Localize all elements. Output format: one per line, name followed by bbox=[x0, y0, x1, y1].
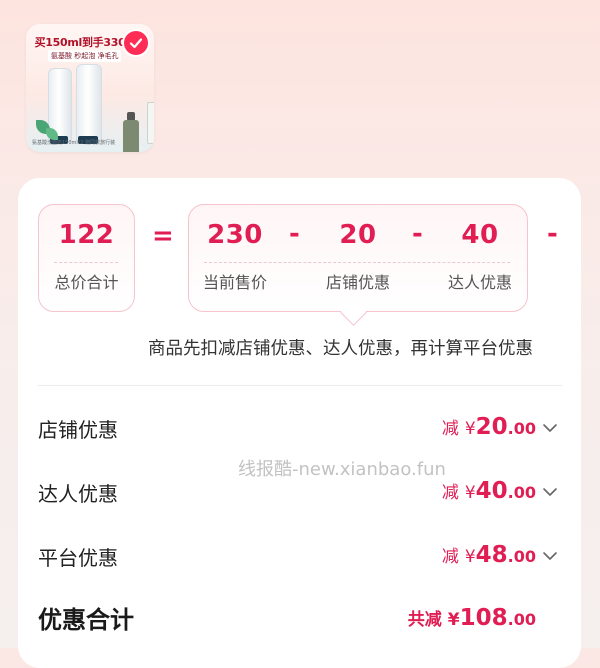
discount-order-note: 商品先扣减店铺优惠、达人优惠，再计算平台优惠 bbox=[148, 339, 533, 359]
amount-prefix: 共减 bbox=[407, 610, 442, 630]
promo-text: 买150ml到手330 bbox=[34, 36, 126, 49]
amount-prefix: 减 bbox=[441, 483, 459, 503]
total-discount-amount: 共减 ¥ 108 .00 bbox=[408, 605, 536, 631]
amount-integer: 48 bbox=[475, 542, 508, 568]
amount-decimal: .00 bbox=[507, 610, 536, 629]
product-footnote: 氨基酸洗面奶150ml*2 赠同款旅行装 bbox=[32, 140, 116, 146]
currency-symbol: ¥ bbox=[464, 419, 476, 439]
total-value: 122 bbox=[58, 220, 115, 250]
chevron-down-icon[interactable] bbox=[541, 483, 559, 501]
total-discount-label: 优惠合计 bbox=[38, 606, 134, 634]
mini-bottle-image bbox=[123, 120, 139, 152]
amount-decimal: .00 bbox=[507, 419, 536, 438]
minus-sign: - bbox=[289, 219, 300, 249]
cleanser-tube-2-image bbox=[76, 64, 102, 142]
minus-sign: - bbox=[412, 219, 423, 249]
platform-discount-row-label: 平台优惠 bbox=[38, 546, 118, 570]
vial-image bbox=[147, 102, 154, 144]
current-price-value: 230 bbox=[207, 220, 263, 250]
equals-sign: = bbox=[152, 221, 174, 251]
amount-decimal: .00 bbox=[507, 483, 536, 502]
amount-decimal: .00 bbox=[507, 547, 536, 566]
store-discount-row-amount[interactable]: 减 ¥ 20 .00 bbox=[442, 414, 536, 440]
platform-discount-row-amount[interactable]: 减 ¥ 48 .00 bbox=[442, 542, 536, 568]
currency-symbol: ¥ bbox=[464, 547, 476, 567]
influencer-discount-row-label: 达人优惠 bbox=[38, 482, 118, 506]
dashed-divider bbox=[204, 262, 510, 263]
product-thumbnail[interactable]: 买150ml到手330 氨基酸 秒起泡 净毛孔 氨基酸洗面奶150ml*2 赠同… bbox=[26, 24, 154, 152]
influencer-discount-label: 达人优惠 bbox=[447, 273, 512, 292]
section-divider bbox=[38, 385, 562, 386]
dashed-divider bbox=[54, 262, 118, 263]
minus-sign: - bbox=[547, 219, 558, 249]
watermark-text: 线报酷-new.xianbao.fun bbox=[238, 459, 446, 480]
chevron-down-icon[interactable] bbox=[541, 419, 559, 437]
influencer-discount-row-amount[interactable]: 减 ¥ 40 .00 bbox=[442, 478, 536, 504]
amount-integer: 40 bbox=[475, 478, 508, 504]
store-discount-row-label: 店铺优惠 bbox=[38, 418, 118, 442]
selected-check-icon[interactable] bbox=[122, 29, 150, 57]
promo-subtext: 氨基酸 秒起泡 净毛孔 bbox=[48, 50, 122, 62]
current-price-label: 当前售价 bbox=[202, 273, 267, 292]
amount-prefix: 减 bbox=[441, 419, 459, 439]
store-discount-value: 20 bbox=[339, 220, 377, 250]
total-label: 总价合计 bbox=[54, 273, 119, 292]
store-discount-label: 店铺优惠 bbox=[325, 273, 390, 292]
chevron-down-icon[interactable] bbox=[541, 547, 559, 565]
amount-integer: 108 bbox=[459, 605, 508, 631]
currency-symbol: ¥ bbox=[464, 483, 476, 503]
influencer-discount-value: 40 bbox=[461, 220, 499, 250]
amount-integer: 20 bbox=[475, 414, 508, 440]
currency-symbol: ¥ bbox=[447, 610, 460, 630]
amount-prefix: 减 bbox=[441, 547, 459, 567]
